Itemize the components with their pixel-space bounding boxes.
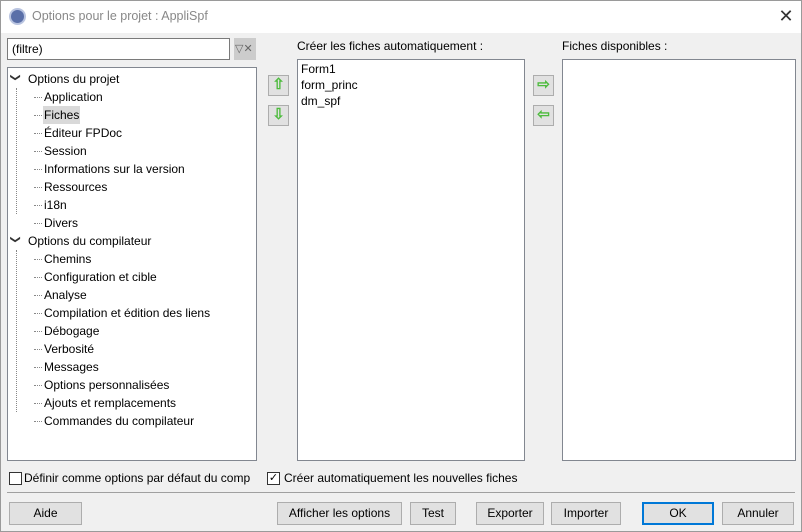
tree-connector — [34, 259, 42, 260]
available-list[interactable] — [562, 59, 796, 461]
tree-connector — [34, 97, 42, 98]
tree-item[interactable]: Chemins — [34, 250, 92, 268]
move-down-button[interactable]: ⇩ — [268, 105, 289, 126]
tree-item[interactable]: Fiches — [34, 106, 81, 124]
tree-item-label: Chemins — [44, 252, 92, 266]
app-icon — [9, 8, 26, 25]
options-tree[interactable]: ❯ Options du projet Application Fiches Édite… — [7, 67, 257, 461]
filter-clear-icon[interactable]: ▽✕ — [234, 38, 256, 60]
list-item[interactable]: form_princ — [301, 77, 521, 93]
tree-item[interactable]: Débogage — [34, 322, 100, 340]
tree-connector — [34, 385, 42, 386]
list-item[interactable]: Form1 — [301, 61, 521, 77]
tree-connector — [34, 277, 42, 278]
auto-create-label: Créer automatiquement les nouvelles fich… — [284, 471, 518, 485]
tree-item-label: Application — [44, 90, 103, 104]
tree-item[interactable]: Options du compilateur — [28, 232, 151, 250]
tree-item-label: Options personnalisées — [44, 378, 170, 392]
close-icon[interactable]: ✕ — [775, 5, 797, 27]
tree-item[interactable]: Ressources — [34, 178, 108, 196]
tree-line — [16, 88, 17, 214]
tree-item-label: i18n — [44, 198, 67, 212]
separator — [7, 492, 795, 493]
tree-item-label: Commandes du compilateur — [44, 414, 195, 428]
tree-item-label: Débogage — [44, 324, 100, 338]
autocreate-list[interactable]: Form1 form_princ dm_spf — [297, 59, 525, 461]
tree-item-label: Configuration et cible — [44, 270, 157, 284]
tree-connector — [34, 349, 42, 350]
tree-item-label: Divers — [44, 216, 79, 230]
default-options-checkbox[interactable] — [9, 472, 22, 485]
move-up-button[interactable]: ⇧ — [268, 75, 289, 96]
tree-connector — [34, 421, 42, 422]
export-button[interactable]: Exporter — [476, 502, 544, 525]
chevron-down-icon[interactable]: ❯ — [10, 73, 21, 81]
import-button[interactable]: Importer — [551, 502, 621, 525]
tree-item[interactable]: Analyse — [34, 286, 88, 304]
tree-item[interactable]: Options personnalisées — [34, 376, 170, 394]
tree-item[interactable]: Messages — [34, 358, 100, 376]
tree-item[interactable]: Compilation et édition des liens — [34, 304, 211, 322]
tree-item-label: Options du compilateur — [28, 234, 152, 248]
tree-connector — [34, 295, 42, 296]
default-options-label: Définir comme options par défaut du comp — [24, 471, 251, 485]
tree-item-label: Session — [44, 144, 87, 158]
tree-connector — [34, 115, 42, 116]
tree-connector — [34, 151, 42, 152]
filter-input[interactable] — [7, 38, 230, 60]
tree-item[interactable]: Divers — [34, 214, 79, 232]
tree-item-label: Ajouts et remplacements — [44, 396, 177, 410]
tree-line — [16, 250, 17, 412]
tree-item[interactable]: Session — [34, 142, 88, 160]
help-button[interactable]: Aide — [9, 502, 82, 525]
tree-item[interactable]: Éditeur FPDoc — [34, 124, 123, 142]
tree-item[interactable]: Configuration et cible — [34, 268, 158, 286]
window-title: Options pour le projet : AppliSpf — [32, 9, 208, 23]
tree-item-label: Options du projet — [28, 72, 120, 86]
tree-connector — [34, 403, 42, 404]
tree-item-label: Ressources — [44, 180, 108, 194]
tree-item-label: Éditeur FPDoc — [44, 126, 123, 140]
tree-connector — [34, 133, 42, 134]
tree-connector — [34, 223, 42, 224]
ok-button[interactable]: OK — [642, 502, 714, 525]
tree-item[interactable]: Options du projet — [28, 70, 119, 88]
tree-item[interactable]: Informations sur la version — [34, 160, 186, 178]
show-options-button[interactable]: Afficher les options — [277, 502, 402, 525]
available-label: Fiches disponibles : — [562, 39, 668, 53]
autocreate-label: Créer les fiches automatiquement : — [297, 39, 484, 53]
move-right-button[interactable]: ⇨ — [533, 75, 554, 96]
auto-create-checkbox[interactable]: ✓ — [267, 472, 280, 485]
tree-connector — [34, 205, 42, 206]
tree-item-label: Informations sur la version — [44, 162, 185, 176]
list-item[interactable]: dm_spf — [301, 93, 521, 109]
tree-item[interactable]: Commandes du compilateur — [34, 412, 195, 430]
cancel-button[interactable]: Annuler — [722, 502, 794, 525]
tree-item-label: Messages — [44, 360, 99, 374]
move-left-button[interactable]: ⇦ — [533, 105, 554, 126]
tree-connector — [34, 313, 42, 314]
tree-connector — [34, 331, 42, 332]
tree-item-label: Analyse — [44, 288, 87, 302]
tree-connector — [34, 169, 42, 170]
tree-item[interactable]: Verbosité — [34, 340, 95, 358]
chevron-down-icon[interactable]: ❯ — [10, 235, 21, 243]
tree-item[interactable]: Ajouts et remplacements — [34, 394, 177, 412]
tree-connector — [34, 187, 42, 188]
tree-connector — [34, 367, 42, 368]
test-button[interactable]: Test — [410, 502, 456, 525]
tree-item[interactable]: i18n — [34, 196, 68, 214]
tree-item-label: Compilation et édition des liens — [44, 306, 211, 320]
tree-item-label: Fiches — [44, 108, 80, 122]
tree-item[interactable]: Application — [34, 88, 104, 106]
tree-item-label: Verbosité — [44, 342, 95, 356]
